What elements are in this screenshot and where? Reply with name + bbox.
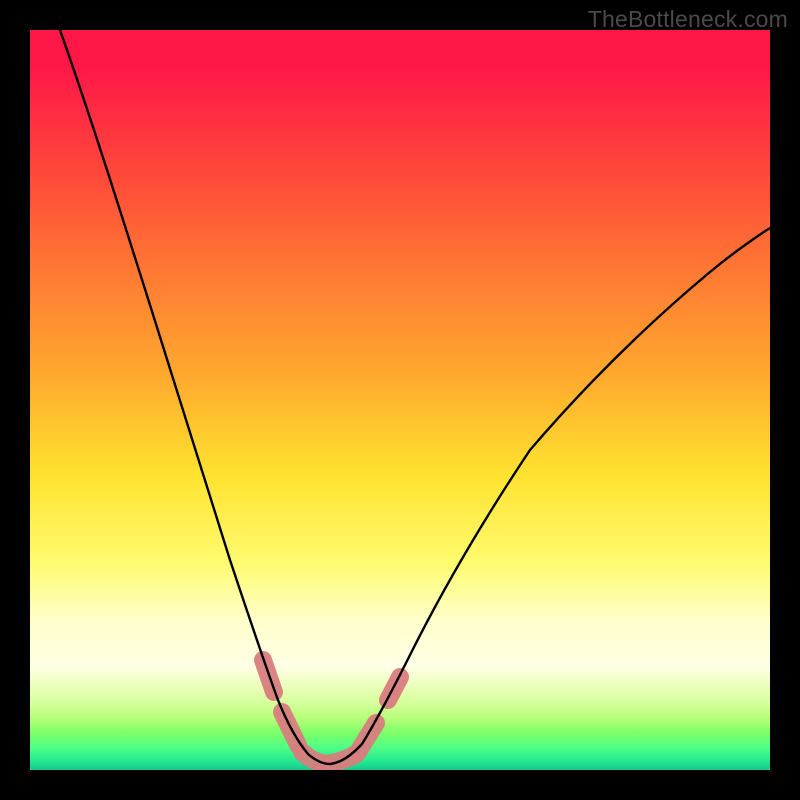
left-curve (60, 30, 330, 764)
right-curve (330, 228, 770, 764)
chart-svg (30, 30, 770, 770)
chart-frame (30, 30, 770, 770)
watermark-text: TheBottleneck.com (588, 6, 788, 33)
